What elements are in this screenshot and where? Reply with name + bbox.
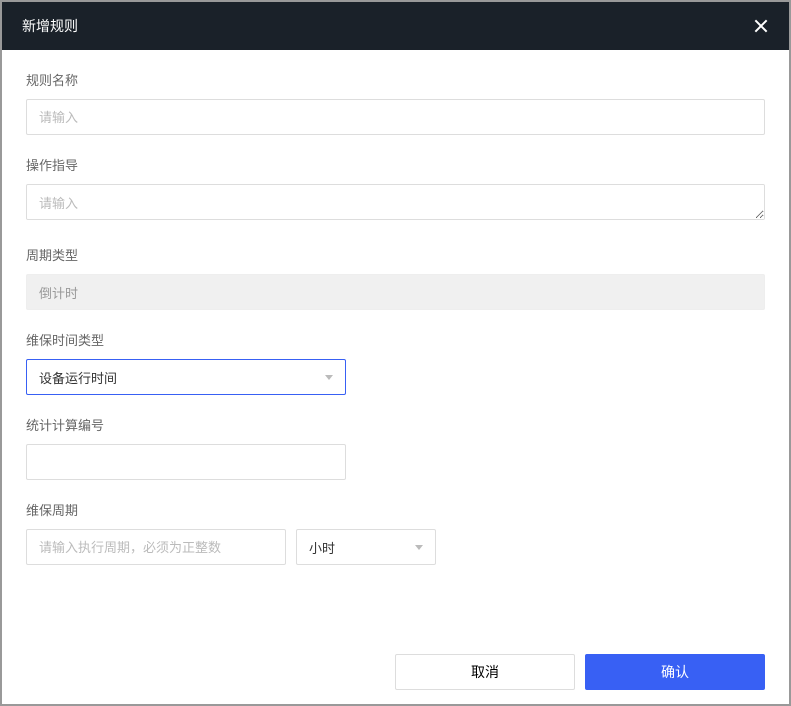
modal-title: 新增规则	[22, 16, 78, 36]
stat-calc-number-label: 统计计算编号	[26, 415, 765, 434]
form-group-rule-name: 规则名称	[26, 70, 765, 135]
cycle-type-label: 周期类型	[26, 245, 765, 264]
modal-footer: 取消 确认	[2, 640, 789, 704]
maintenance-time-type-select[interactable]: 设备运行时间	[26, 359, 346, 395]
cycle-type-value: 倒计时	[26, 274, 765, 310]
chevron-down-icon	[325, 375, 333, 380]
maintenance-time-type-value: 设备运行时间	[39, 368, 117, 387]
maintenance-cycle-label: 维保周期	[26, 500, 765, 519]
modal-body: 规则名称 操作指导 周期类型 倒计时 维保时间类型 设备运行时间 统计计算编号 …	[2, 50, 789, 640]
modal-header: 新增规则	[2, 2, 789, 50]
chevron-down-icon	[415, 545, 423, 550]
form-group-maintenance-cycle: 维保周期 小时	[26, 500, 765, 565]
confirm-button[interactable]: 确认	[585, 654, 765, 690]
operation-guide-input[interactable]	[26, 184, 765, 220]
close-icon[interactable]	[753, 18, 769, 34]
maintenance-cycle-unit-select[interactable]: 小时	[296, 529, 436, 565]
form-group-cycle-type: 周期类型 倒计时	[26, 245, 765, 310]
maintenance-cycle-row: 小时	[26, 529, 765, 565]
maintenance-cycle-unit-value: 小时	[309, 538, 335, 557]
cancel-button[interactable]: 取消	[395, 654, 575, 690]
form-group-stat-calc-number: 统计计算编号	[26, 415, 765, 480]
maintenance-time-type-label: 维保时间类型	[26, 330, 765, 349]
rule-name-label: 规则名称	[26, 70, 765, 89]
form-group-maintenance-time-type: 维保时间类型 设备运行时间	[26, 330, 765, 395]
form-group-operation-guide: 操作指导	[26, 155, 765, 225]
operation-guide-label: 操作指导	[26, 155, 765, 174]
stat-calc-number-input[interactable]	[26, 444, 346, 480]
rule-name-input[interactable]	[26, 99, 765, 135]
maintenance-cycle-input[interactable]	[26, 529, 286, 565]
add-rule-modal: 新增规则 规则名称 操作指导 周期类型 倒计时 维保时间类型 设备运行时间 统计…	[2, 2, 789, 704]
